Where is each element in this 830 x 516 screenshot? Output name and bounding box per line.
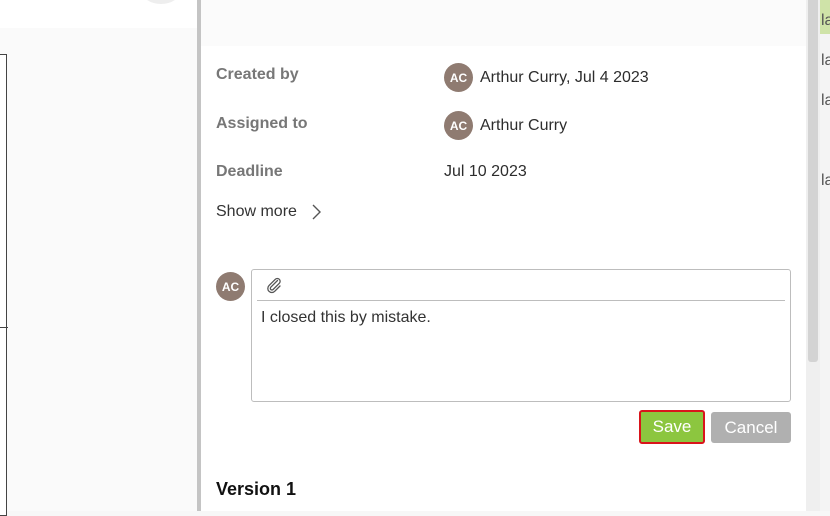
- assigned-to-text: Arthur Curry: [480, 116, 568, 134]
- assigned-to-value[interactable]: AC Arthur Curry: [444, 111, 567, 140]
- comment-toolbar: [257, 270, 785, 301]
- chevron-right-icon: [312, 204, 321, 220]
- created-by-label: Created by: [216, 66, 299, 83]
- comment-input[interactable]: I closed this by mistake.: [261, 309, 431, 327]
- background-text: la: [821, 12, 830, 29]
- background-list: la la la la: [820, 0, 830, 511]
- background-table-frame: [0, 54, 7, 516]
- created-by-value: AC Arthur Curry, Jul 4 2023: [444, 63, 649, 92]
- scrollbar-thumb[interactable]: [808, 0, 818, 362]
- paperclip-icon[interactable]: [265, 276, 283, 294]
- task-detail-panel: Created by AC Arthur Curry, Jul 4 2023 A…: [201, 0, 806, 511]
- background-table-divider: [0, 327, 8, 328]
- deadline-label: Deadline: [216, 163, 283, 180]
- cancel-button[interactable]: Cancel: [711, 412, 791, 443]
- comment-author-avatar: AC: [216, 272, 245, 301]
- panel-header: [201, 0, 806, 46]
- comment-editor[interactable]: I closed this by mistake.: [251, 269, 791, 402]
- deadline-text: Jul 10 2023: [444, 163, 527, 180]
- show-more-toggle[interactable]: Show more: [216, 203, 323, 221]
- avatar: AC: [444, 111, 473, 140]
- version-heading: Version 1: [216, 479, 297, 499]
- show-more-label: Show more: [216, 203, 297, 220]
- background-text: la: [821, 172, 830, 189]
- background-text: la: [821, 92, 830, 109]
- background-text: la: [821, 52, 830, 69]
- deadline-value[interactable]: Jul 10 2023: [444, 163, 527, 181]
- assigned-to-label: Assigned to: [216, 115, 308, 132]
- background-header: [0, 0, 197, 28]
- created-by-text: Arthur Curry, Jul 4 2023: [480, 68, 649, 86]
- save-button[interactable]: Save: [639, 410, 705, 444]
- avatar: AC: [444, 63, 473, 92]
- background-page: [0, 0, 197, 516]
